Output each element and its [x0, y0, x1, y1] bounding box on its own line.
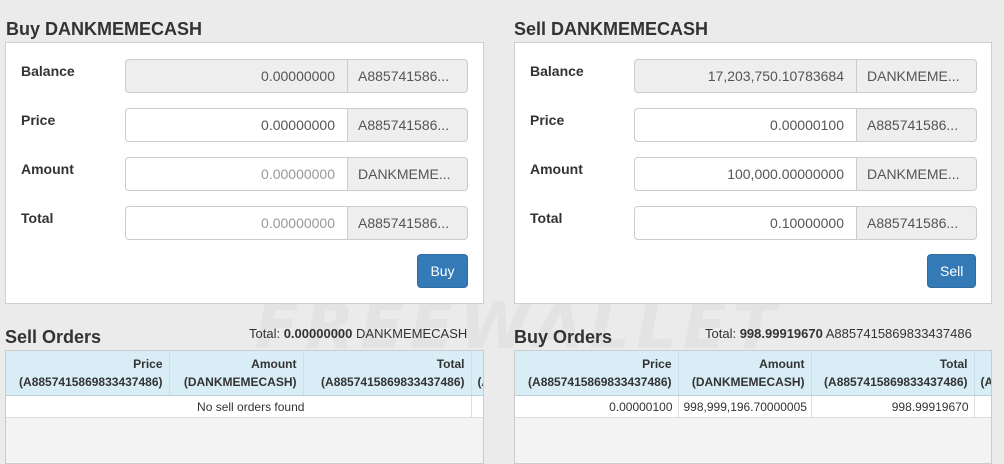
sell-panel-title: Sell DANKMEMECASH [514, 19, 709, 39]
buy-price-currency: A885741586... [347, 108, 468, 142]
sell-amount-currency: DANKMEME... [856, 157, 977, 191]
buy-panel-title: Buy DANKMEMECASH [6, 19, 203, 39]
buy-amount-currency: DANKMEME... [347, 157, 468, 191]
sell-balance-currency: DANKMEME... [856, 59, 977, 93]
sell-form-panel: Balance 17,203,750.10783684 DANKMEME... … [514, 42, 992, 304]
buy-total-input[interactable]: 0.00000000 [125, 206, 347, 240]
buy-order-price: 0.00000100 [515, 395, 679, 418]
buy-balance-input: 0.00000000 [125, 59, 347, 93]
buy-order-amount: 998,999,196.70000005 [678, 395, 812, 418]
sell-orders-col-price[interactable]: Price (A8857415869833437486) [6, 351, 170, 396]
sell-price-label: Price [530, 112, 565, 128]
buy-balance-label: Balance [21, 63, 75, 79]
sell-orders-col-extra[interactable]: (A [471, 351, 483, 396]
sell-total-input[interactable]: 0.10000000 [634, 206, 856, 240]
buy-orders-total-value: 998.99919670 [739, 326, 823, 341]
sell-price-currency: A885741586... [856, 108, 977, 142]
buy-amount-label: Amount [21, 161, 74, 177]
buy-total-group: 0.00000000 A885741586... [125, 206, 468, 240]
sell-balance-label: Balance [530, 63, 584, 79]
sell-balance-group: 17,203,750.10783684 DANKMEME... [634, 59, 977, 93]
sell-balance-input: 17,203,750.10783684 [634, 59, 856, 93]
sell-orders-total-label: Total: [249, 326, 281, 341]
table-row: No sell orders found [6, 395, 483, 418]
buy-balance-currency: A885741586... [347, 59, 468, 93]
buy-total-currency: A885741586... [347, 206, 468, 240]
buy-total-label: Total [21, 210, 54, 226]
buy-balance-row: Balance 0.00000000 A885741586... [6, 59, 483, 93]
buy-button[interactable]: Buy [417, 254, 468, 288]
buy-orders-col-extra[interactable]: (A [974, 351, 991, 396]
sell-orders-total-value: 0.00000000 [283, 326, 353, 341]
sell-amount-row: Amount 100,000.00000000 DANKMEME... [515, 157, 991, 191]
table-row[interactable]: 0.00000100 998,999,196.70000005 998.9991… [515, 395, 991, 418]
buy-total-row: Total 0.00000000 A885741586... [6, 206, 483, 240]
sell-total-row: Total 0.10000000 A885741586... [515, 206, 991, 240]
sell-orders-total: Total: 0.00000000 DANKMEMECASH [249, 326, 485, 341]
buy-price-input[interactable]: 0.00000000 [125, 108, 347, 142]
buy-orders-table-container[interactable]: Price (A8857415869833437486) Amount (DANKM… [514, 350, 992, 464]
sell-price-group: 0.00000100 A885741586... [634, 108, 977, 142]
sell-orders-col-total[interactable]: Total (A8857415869833437486) [303, 351, 472, 396]
buy-price-label: Price [21, 112, 56, 128]
sell-total-group: 0.10000000 A885741586... [634, 206, 977, 240]
buy-order-total: 998.99919670 [811, 395, 975, 418]
buy-amount-input[interactable]: 0.00000000 [125, 157, 347, 191]
sell-orders-empty-message: No sell orders found [6, 395, 472, 418]
sell-amount-label: Amount [530, 161, 583, 177]
buy-orders-table: Price (A8857415869833437486) Amount (DANKM… [515, 351, 991, 418]
buy-price-row: Price 0.00000000 A885741586... [6, 108, 483, 142]
sell-amount-group: 100,000.00000000 DANKMEME... [634, 157, 977, 191]
buy-orders-total-label: Total: [705, 326, 737, 341]
sell-orders-col-amount[interactable]: Amount (DANKMEMECASH) [169, 351, 304, 396]
buy-balance-group: 0.00000000 A885741586... [125, 59, 468, 93]
buy-amount-group: 0.00000000 DANKMEME... [125, 157, 468, 191]
sell-orders-table-container[interactable]: Price (A8857415869833437486) Amount (DANKM… [5, 350, 484, 464]
sell-balance-row: Balance 17,203,750.10783684 DANKMEME... [515, 59, 991, 93]
buy-price-group: 0.00000000 A885741586... [125, 108, 468, 142]
sell-button[interactable]: Sell [927, 254, 976, 288]
sell-total-currency: A885741586... [856, 206, 977, 240]
buy-amount-row: Amount 0.00000000 DANKMEME... [6, 157, 483, 191]
buy-orders-header-row: Price (A8857415869833437486) Amount (DANKM… [515, 351, 991, 396]
sell-price-row: Price 0.00000100 A885741586... [515, 108, 991, 142]
sell-orders-table: Price (A8857415869833437486) Amount (DANKM… [6, 351, 483, 418]
sell-price-input[interactable]: 0.00000100 [634, 108, 856, 142]
sell-amount-input[interactable]: 100,000.00000000 [634, 157, 856, 191]
sell-orders-header-row: Price (A8857415869833437486) Amount (DANKM… [6, 351, 483, 396]
buy-orders-col-amount[interactable]: Amount (DANKMEMECASH) [678, 351, 812, 396]
buy-orders-col-total[interactable]: Total (A8857415869833437486) [811, 351, 975, 396]
sell-orders-total-unit: DANKMEMECASH [356, 326, 468, 341]
sell-orders-title: Sell Orders [5, 327, 102, 347]
buy-orders-total-unit: A8857415869833437486 [825, 326, 972, 341]
buy-orders-col-price[interactable]: Price (A8857415869833437486) [515, 351, 679, 396]
sell-total-label: Total [530, 210, 563, 226]
buy-orders-title: Buy Orders [514, 327, 613, 347]
buy-orders-total: Total: 998.99919670 A8857415869833437486 [705, 326, 998, 341]
buy-form-panel: Balance 0.00000000 A885741586... Price 0… [5, 42, 484, 304]
